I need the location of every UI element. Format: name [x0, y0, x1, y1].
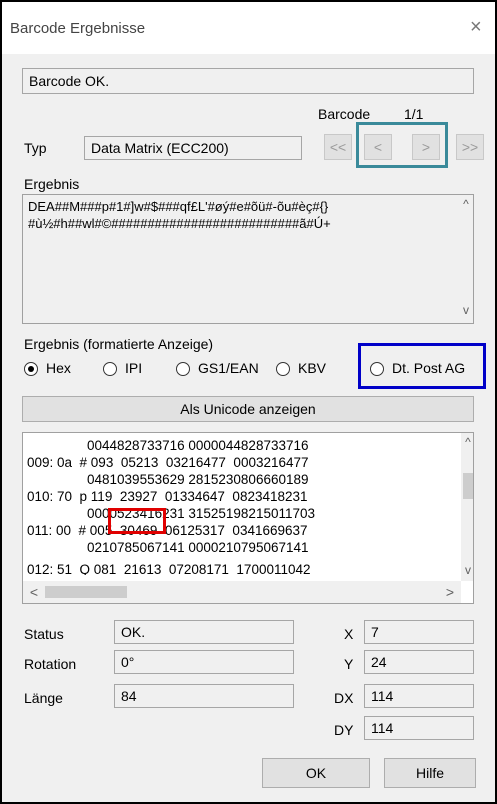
first-barcode-button[interactable]: <<: [324, 134, 352, 160]
hex-line-6: 011: 00 # 005 30469 06125317 0341669637: [27, 523, 308, 538]
dx-field: 114: [364, 684, 474, 708]
hex-lines: 0044828733716 0000044828733716 009: 0a #…: [23, 437, 461, 575]
x-label: X: [344, 626, 354, 642]
hex-line-3: 0481039553629 2815230806660189: [27, 472, 309, 487]
rotation-field: 0°: [114, 650, 294, 674]
help-button[interactable]: Hilfe: [384, 758, 476, 788]
ergebnis-label: Ergebnis: [24, 176, 80, 192]
hex-line-7: 0210785067141 0000210795067141: [27, 540, 309, 555]
hex-vscrollbar[interactable]: ^ v: [461, 433, 473, 581]
hex-line-8: 012: 51 Q 081 21613 07208171 1700011042: [27, 562, 311, 575]
x-field: 7: [364, 620, 474, 644]
hex-line-4: 010: 70 p 119 23927 01334647 0823418231: [27, 489, 308, 504]
barcode-label: Barcode: [318, 106, 371, 122]
hex-scroll-down-icon[interactable]: v: [461, 563, 473, 579]
ergebnis-scroll-down-icon[interactable]: v: [459, 303, 473, 319]
status-message-field: Barcode OK.: [22, 68, 474, 94]
radio-hex-label: Hex: [46, 360, 71, 376]
hex-scroll-left-icon[interactable]: <: [27, 584, 41, 600]
ergebnis-textarea[interactable]: DEA##M###p#1#]w#$###qf£L'#øý#e#õü#-õu#èç…: [22, 194, 474, 324]
ergebnis-scroll-up-icon[interactable]: ^: [459, 197, 473, 213]
radio-ipi[interactable]: [103, 362, 117, 376]
window-title: Barcode Ergebnisse: [10, 20, 146, 37]
show-unicode-button[interactable]: Als Unicode anzeigen: [22, 396, 474, 422]
hex-hscrollbar[interactable]: < >: [23, 581, 461, 603]
status-field: OK.: [114, 620, 294, 644]
radio-gs1-ean[interactable]: [176, 362, 190, 376]
hex-line-5: 0000523416231 31525198215011703: [27, 506, 316, 521]
typ-field: Data Matrix (ECC200): [84, 136, 302, 160]
dy-field: 114: [364, 716, 474, 740]
dy-label: DY: [334, 722, 354, 738]
radio-ipi-label: IPI: [125, 360, 143, 376]
ergebnis-line-2: #ù½#h##wl#©##########################ã#Ú…: [28, 216, 331, 231]
post-ag-highlight-box: [358, 343, 486, 389]
close-icon[interactable]: ×: [470, 16, 482, 39]
y-label: Y: [344, 656, 354, 672]
radio-hex[interactable]: [24, 362, 38, 376]
hex-scroll-up-icon[interactable]: ^: [461, 435, 473, 451]
hex-line-2: 009: 0a # 093 05213 03216477 0003216477: [27, 455, 309, 470]
status-label: Status: [24, 626, 64, 642]
radio-kbv-label: KBV: [298, 360, 327, 376]
ergebnis-line-1: DEA##M###p#1#]w#$###qf£L'#øý#e#õü#-õu#èç…: [28, 199, 329, 214]
dx-label: DX: [334, 690, 354, 706]
rotation-label: Rotation: [24, 656, 77, 672]
nav-highlight-box: [356, 122, 448, 168]
laenge-label: Länge: [24, 690, 63, 706]
format-label: Ergebnis (formatierte Anzeige): [24, 336, 214, 352]
hex-listing-box[interactable]: 0044828733716 0000044828733716 009: 0a #…: [22, 432, 474, 604]
hex-scroll-right-icon[interactable]: >: [443, 584, 457, 600]
radio-kbv[interactable]: [276, 362, 290, 376]
hex-line-1: 0044828733716 0000044828733716: [27, 438, 309, 453]
last-barcode-button[interactable]: >>: [456, 134, 484, 160]
barcode-count: 1/1: [404, 106, 424, 122]
typ-label: Typ: [24, 140, 47, 156]
ok-button[interactable]: OK: [262, 758, 370, 788]
radio-gs1-ean-label: GS1/EAN: [198, 360, 259, 376]
hex-hscroll-thumb[interactable]: [45, 586, 127, 598]
hex-vscroll-thumb[interactable]: [463, 473, 473, 499]
laenge-field: 84: [114, 684, 294, 708]
y-field: 24: [364, 650, 474, 674]
hex-value-highlight-box: [108, 508, 166, 534]
